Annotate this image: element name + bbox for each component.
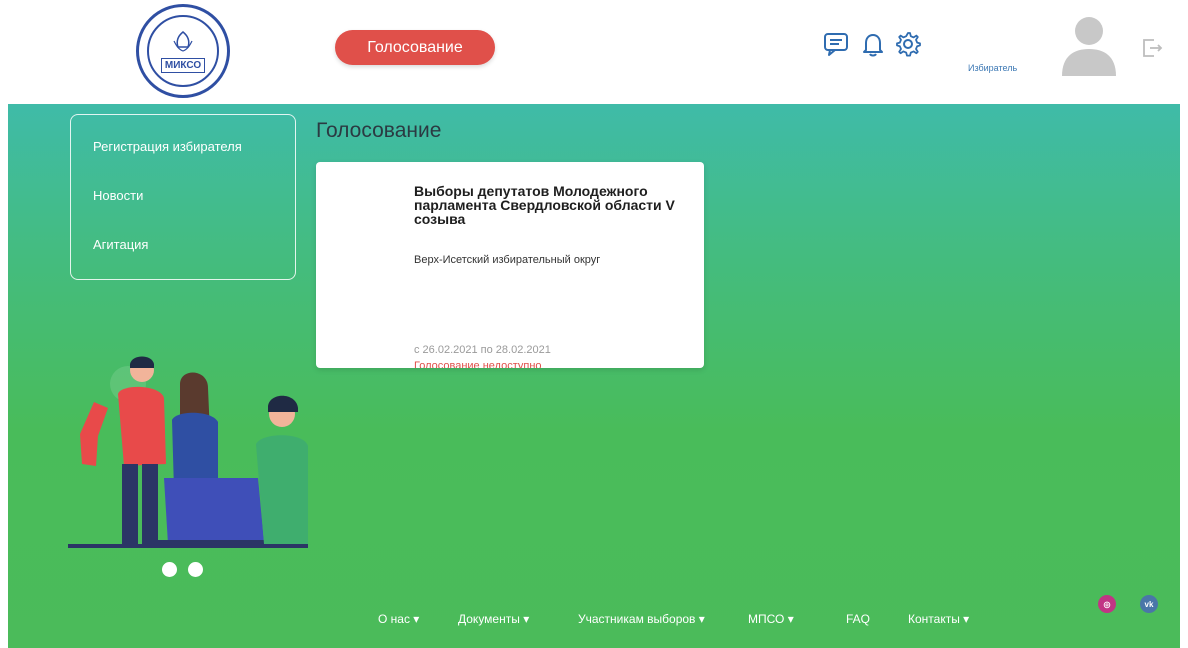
election-dates: с 26.02.2021 по 28.02.2021	[414, 344, 551, 356]
mikso-logo[interactable]: МИКСО	[136, 4, 230, 98]
sidebar-item-voter-registration[interactable]: Регистрация избирателя	[93, 139, 242, 154]
logo-figure-icon	[173, 31, 193, 52]
logout-icon[interactable]	[1140, 36, 1164, 60]
footer-nav-documents[interactable]: Документы ▾	[458, 612, 529, 626]
vk-icon[interactable]: vk	[1140, 595, 1158, 613]
carousel-dot-1[interactable]	[162, 562, 177, 577]
user-role-label[interactable]: Избиратель	[968, 63, 1017, 73]
chevron-down-icon: ▾	[519, 612, 530, 626]
chevron-down-icon: ▾	[959, 612, 970, 626]
footer-nav-participants[interactable]: Участникам выборов ▾	[578, 612, 705, 626]
people-illustration	[68, 356, 308, 548]
footer-nav-mpso[interactable]: МПСО ▾	[748, 612, 794, 626]
election-title: Выборы депутатов Молодежного парламента …	[414, 183, 675, 227]
sidebar-item-agitation[interactable]: Агитация	[93, 237, 148, 252]
bell-icon[interactable]	[859, 30, 887, 58]
logo-text: МИКСО	[160, 58, 206, 73]
sidebar-item-news[interactable]: Новости	[93, 188, 143, 203]
gear-icon[interactable]	[894, 30, 922, 58]
sidebar-menu: Регистрация избирателя Новости Агитация	[70, 114, 296, 280]
page-title: Голосование	[316, 119, 442, 142]
chevron-down-icon: ▾	[695, 612, 705, 626]
voting-button[interactable]: Голосование	[335, 30, 495, 65]
header: МИКСО Голосование Избиратель	[0, 0, 1188, 104]
logo-emblem: МИКСО	[147, 15, 219, 87]
chevron-down-icon: ▾	[409, 612, 420, 626]
election-district: Верх-Исетский избирательный округ	[414, 254, 601, 266]
chat-icon[interactable]	[822, 30, 850, 58]
footer-nav-contacts[interactable]: Контакты ▾	[908, 612, 969, 626]
footer-nav-faq[interactable]: FAQ	[846, 612, 870, 626]
footer-nav-about[interactable]: О нас ▾	[378, 612, 419, 626]
chevron-down-icon: ▾	[784, 612, 794, 626]
avatar[interactable]	[1060, 14, 1118, 76]
carousel-dot-2[interactable]	[188, 562, 203, 577]
instagram-icon[interactable]: ◎	[1098, 595, 1116, 613]
election-status: Голосование недоступно	[414, 360, 542, 368]
main-content: Регистрация избирателя Новости Агитация …	[8, 104, 1180, 648]
election-card[interactable]: Выборы депутатов Молодежного парламента …	[316, 162, 704, 368]
